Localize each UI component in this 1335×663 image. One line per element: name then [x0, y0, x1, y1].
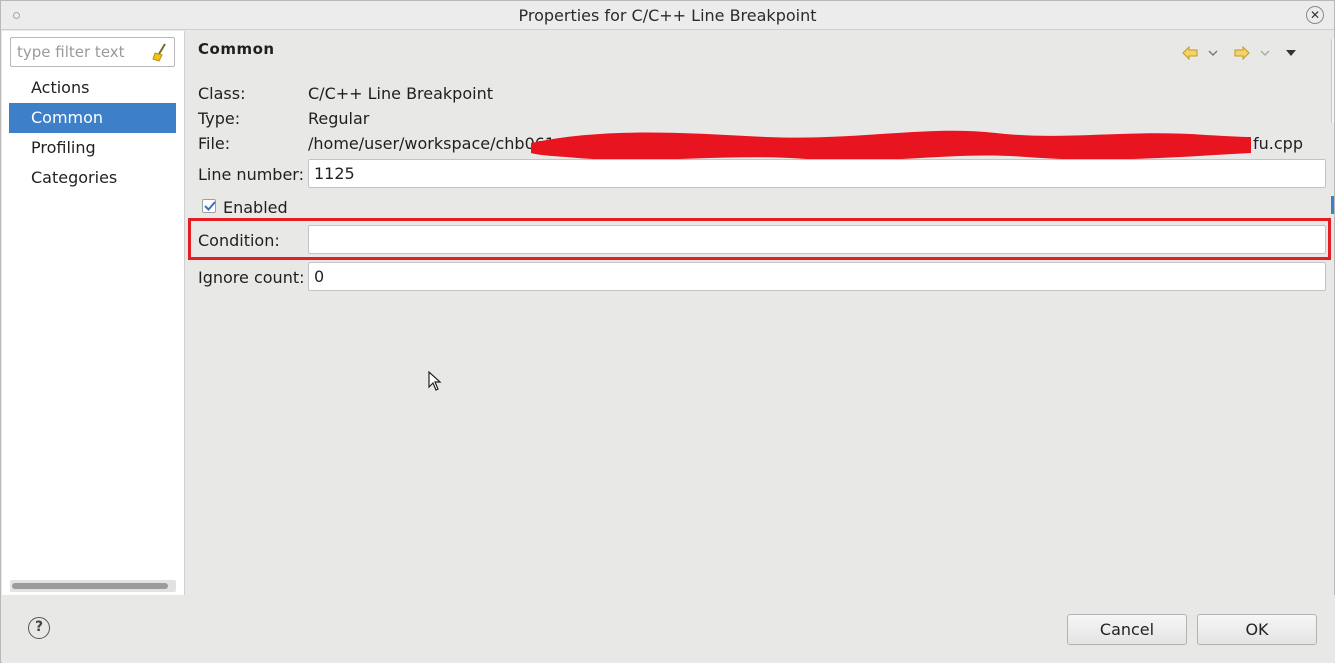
back-arrow-icon[interactable]	[1182, 46, 1198, 60]
properties-dialog: Properties for C/C++ Line Breakpoint ✕ A…	[0, 0, 1335, 663]
type-label: Type:	[198, 109, 241, 128]
sidebar: Actions Common Profiling Categories	[2, 31, 185, 595]
help-icon[interactable]: ?	[28, 617, 50, 639]
close-icon[interactable]: ✕	[1306, 6, 1324, 24]
cancel-button[interactable]: Cancel	[1067, 614, 1187, 645]
condition-input[interactable]	[308, 225, 1326, 254]
file-value-end: fu.cpp	[1253, 134, 1303, 153]
page-title: Common	[198, 40, 275, 58]
condition-label: Condition:	[198, 231, 280, 250]
sidebar-item-profiling-categories[interactable]: Profiling Categories	[9, 133, 176, 187]
file-value: /home/user/workspace/chb061	[308, 134, 556, 153]
scroll-position-marker	[1331, 196, 1334, 214]
sidebar-horizontal-scrollbar[interactable]	[10, 580, 176, 592]
file-label: File:	[198, 134, 231, 153]
line-number-label: Line number:	[198, 165, 304, 184]
ignore-count-label: Ignore count:	[198, 268, 305, 287]
line-number-input[interactable]	[308, 159, 1326, 188]
filter-box	[10, 37, 175, 67]
ok-button[interactable]: OK	[1197, 614, 1317, 645]
right-edge-scrollbar[interactable]	[1331, 39, 1334, 123]
class-value: C/C++ Line Breakpoint	[308, 84, 493, 103]
page-navigation	[1182, 45, 1312, 63]
title-bar: Properties for C/C++ Line Breakpoint ✕	[1, 1, 1334, 30]
button-bar: ? Cancel OK	[2, 595, 1335, 663]
filter-input[interactable]	[15, 41, 150, 63]
forward-arrow-icon[interactable]	[1234, 46, 1250, 60]
window-title: Properties for C/C++ Line Breakpoint	[518, 6, 817, 25]
ignore-count-input[interactable]	[308, 262, 1326, 291]
forward-dropdown-chevron-icon[interactable]	[1260, 49, 1270, 57]
class-label: Class:	[198, 84, 246, 103]
mouse-cursor-icon	[428, 371, 442, 391]
clear-filter-icon[interactable]	[151, 42, 169, 62]
back-dropdown-chevron-icon[interactable]	[1208, 49, 1218, 57]
enabled-label: Enabled	[223, 198, 288, 217]
sidebar-item-actions[interactable]: Actions	[9, 73, 176, 103]
sidebar-item-common[interactable]: Common	[9, 103, 176, 133]
scrollbar-thumb[interactable]	[12, 583, 168, 589]
checkmark-icon	[204, 201, 216, 211]
view-menu-icon[interactable]	[1286, 50, 1296, 57]
properties-page: Common Class: C/C++ Line Breakpoint Type…	[186, 31, 1334, 595]
type-value: Regular	[308, 109, 370, 128]
enabled-checkbox[interactable]	[202, 199, 216, 213]
